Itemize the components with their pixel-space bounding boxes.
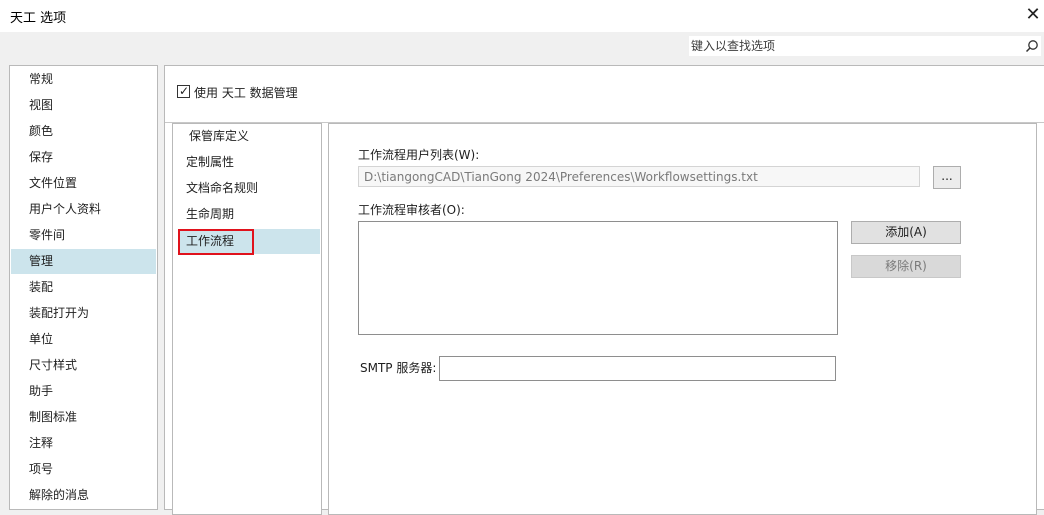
workflow-reviewer-label: 工作流程审核者(O): xyxy=(358,203,465,217)
nav-item-inter-part[interactable]: 零件间 xyxy=(11,223,156,248)
subnav-item-custom-properties[interactable]: 定制属性 xyxy=(180,150,320,175)
search-input[interactable] xyxy=(691,37,1011,55)
nav-item-management[interactable]: 管理 xyxy=(11,249,156,274)
smtp-server-input[interactable] xyxy=(439,356,836,381)
management-panel: ✓ 使用 天工 数据管理 保管库定义 定制属性 文档命名规则 生命周期 工作流程… xyxy=(164,65,1044,515)
nav-item-dismissed-messages[interactable]: 解除的消息 xyxy=(11,483,156,508)
use-data-management-checkbox[interactable]: ✓ xyxy=(177,84,190,98)
nav-item-assembly[interactable]: 装配 xyxy=(11,275,156,300)
browse-button[interactable]: ... xyxy=(933,166,961,189)
management-subnav: 保管库定义 定制属性 文档命名规则 生命周期 工作流程 xyxy=(172,123,322,515)
window-title: 天工 选项 xyxy=(10,11,67,26)
nav-item-helpers[interactable]: 助手 xyxy=(11,379,156,404)
workflow-reviewer-list[interactable] xyxy=(358,221,838,335)
search-icon[interactable] xyxy=(1025,39,1039,53)
selection-highlight-box xyxy=(178,229,254,255)
nav-item-color[interactable]: 颜色 xyxy=(11,119,156,144)
subnav-item-vault-definition[interactable]: 保管库定义 xyxy=(180,124,320,149)
search-box[interactable] xyxy=(688,35,1042,57)
nav-item-units[interactable]: 单位 xyxy=(11,327,156,352)
smtp-server-label: SMTP 服务器: xyxy=(360,361,437,375)
nav-item-view[interactable]: 视图 xyxy=(11,93,156,118)
nav-item-file-locations[interactable]: 文件位置 xyxy=(11,171,156,196)
nav-item-user-profile[interactable]: 用户个人资料 xyxy=(11,197,156,222)
nav-item-drawing-standards[interactable]: 制图标准 xyxy=(11,405,156,430)
options-category-list: 常规 视图 颜色 保存 文件位置 用户个人资料 零件间 管理 装配 装配打开为 … xyxy=(9,65,158,510)
close-icon[interactable]: ✕ xyxy=(1022,3,1044,27)
nav-item-general[interactable]: 常规 xyxy=(11,67,156,92)
checkmark-icon: ✓ xyxy=(179,84,190,98)
subnav-item-naming-rules[interactable]: 文档命名规则 xyxy=(180,176,320,201)
nav-item-assembly-open-as[interactable]: 装配打开为 xyxy=(11,301,156,326)
workflow-settings: 工作流程用户列表(W): D:\tiangongCAD\TianGong 202… xyxy=(328,123,1037,515)
title-bar: 天工 选项 ✕ xyxy=(0,0,1044,32)
nav-item-annotation[interactable]: 注释 xyxy=(11,431,156,456)
nav-item-item-number[interactable]: 项号 xyxy=(11,457,156,482)
workflow-user-list-path-field[interactable]: D:\tiangongCAD\TianGong 2024\Preferences… xyxy=(358,166,920,187)
add-button[interactable]: 添加(A) xyxy=(851,221,961,244)
workflow-user-list-label: 工作流程用户列表(W): xyxy=(358,148,480,162)
nav-item-save[interactable]: 保存 xyxy=(11,145,156,170)
subnav-item-lifecycle[interactable]: 生命周期 xyxy=(180,202,320,227)
remove-button: 移除(R) xyxy=(851,255,961,278)
use-data-management-label[interactable]: 使用 天工 数据管理 xyxy=(194,84,298,101)
nav-item-dimension-style[interactable]: 尺寸样式 xyxy=(11,353,156,378)
